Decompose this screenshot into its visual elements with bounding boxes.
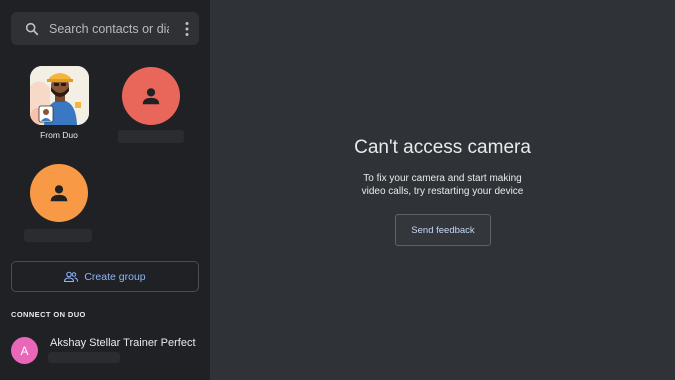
avatar: A [11, 337, 38, 364]
search-bar[interactable] [11, 12, 199, 45]
error-message-line: video calls, try restarting your device [361, 186, 524, 197]
page-title: Can't access camera [354, 137, 531, 158]
sidebar: From Duo Create group CONNECT ON DUO A A… [0, 0, 210, 380]
person-icon [142, 88, 160, 105]
error-message-line: To fix your camera and start making [363, 173, 522, 184]
contact-name: Akshay Stellar Trainer Perfect [50, 337, 196, 349]
contact-avatar[interactable] [122, 67, 180, 125]
contact-list-item[interactable]: A Akshay Stellar Trainer Perfect [0, 330, 210, 380]
create-group-label: Create group [84, 270, 146, 283]
section-heading: CONNECT ON DUO [11, 310, 86, 319]
error-message: To fix your camera and start making vide… [210, 172, 675, 198]
contact-photo-illustration [30, 66, 89, 125]
search-icon [25, 22, 39, 35]
camera-panel: Can't access camera To fix your camera a… [210, 0, 675, 380]
more-vert-icon[interactable] [185, 21, 189, 37]
contact-name-label: From Duo [40, 130, 78, 140]
redacted-contact-name [118, 130, 184, 143]
person-icon [50, 185, 68, 202]
contact-avatar[interactable] [30, 164, 88, 222]
create-group-button[interactable]: Create group [11, 261, 199, 292]
redacted-contact-detail [48, 352, 120, 363]
redacted-contact-name [24, 229, 92, 242]
search-input[interactable] [49, 21, 169, 36]
group-add-icon [64, 271, 79, 282]
contact-photo-avatar[interactable] [30, 66, 89, 125]
send-feedback-button[interactable]: Send feedback [395, 214, 491, 246]
